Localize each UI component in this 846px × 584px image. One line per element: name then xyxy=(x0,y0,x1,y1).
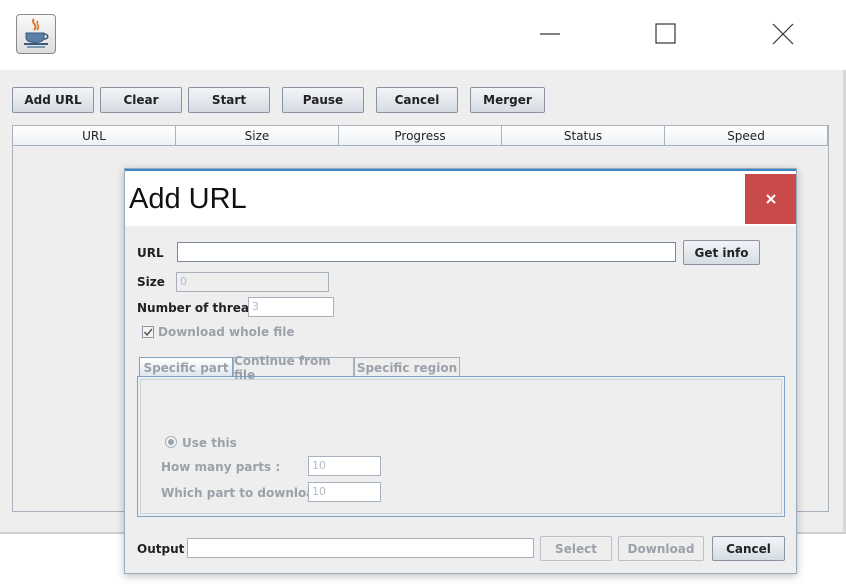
select-button[interactable]: Select xyxy=(540,536,612,561)
tab-specific-region[interactable]: Specific region xyxy=(354,357,460,377)
merger-button[interactable]: Merger xyxy=(470,87,545,113)
radio-dot-icon xyxy=(168,439,174,445)
url-label: URL xyxy=(137,246,164,260)
output-label: Output xyxy=(137,542,185,556)
output-input[interactable] xyxy=(187,538,534,558)
threads-label: Number of threads xyxy=(137,301,265,315)
how-many-parts-label: How many parts : xyxy=(161,460,281,474)
which-part-label: Which part to download : xyxy=(161,486,332,500)
column-header-url[interactable]: URL xyxy=(13,126,176,146)
download-whole-file-label: Download whole file xyxy=(158,325,295,339)
add-url-button[interactable]: Add URL xyxy=(12,87,94,113)
dialog-titlebar: Add URL xyxy=(125,169,796,226)
tab-continue-from-file[interactable]: Continue from file xyxy=(233,354,354,382)
checkmark-icon xyxy=(143,328,153,337)
close-icon[interactable] xyxy=(745,174,796,224)
url-input[interactable] xyxy=(177,242,676,262)
maximize-icon[interactable] xyxy=(636,14,696,54)
dialog-title: Add URL xyxy=(129,183,247,215)
minimize-icon[interactable] xyxy=(520,14,580,54)
tab-specific-part[interactable]: Specific part xyxy=(139,357,233,377)
table-header: URL Size Progress Status Speed xyxy=(13,126,828,146)
size-label: Size xyxy=(137,275,165,289)
column-header-size[interactable]: Size xyxy=(176,126,339,146)
window-titlebar xyxy=(0,0,846,70)
threads-input[interactable]: 3 xyxy=(248,297,334,317)
add-url-dialog: Add URL URL Get info Size 0 Number of th… xyxy=(124,168,797,574)
how-many-parts-input[interactable]: 10 xyxy=(308,456,381,476)
column-header-status[interactable]: Status xyxy=(502,126,665,146)
pause-button[interactable]: Pause xyxy=(282,87,364,113)
cancel-button[interactable]: Cancel xyxy=(376,87,458,113)
java-coffee-cup-icon[interactable] xyxy=(16,14,56,54)
use-this-label: Use this xyxy=(182,436,237,450)
dialog-cancel-button[interactable]: Cancel xyxy=(712,536,785,561)
get-info-button[interactable]: Get info xyxy=(683,240,760,265)
download-whole-file-checkbox[interactable] xyxy=(142,326,154,338)
start-button[interactable]: Start xyxy=(188,87,270,113)
download-button[interactable]: Download xyxy=(618,536,704,561)
column-header-progress[interactable]: Progress xyxy=(339,126,502,146)
size-field: 0 xyxy=(176,272,329,292)
clear-button[interactable]: Clear xyxy=(100,87,182,113)
close-icon[interactable] xyxy=(752,14,812,54)
which-part-input[interactable]: 10 xyxy=(308,482,381,502)
column-header-speed[interactable]: Speed xyxy=(665,126,828,146)
use-this-radio[interactable] xyxy=(165,436,177,448)
